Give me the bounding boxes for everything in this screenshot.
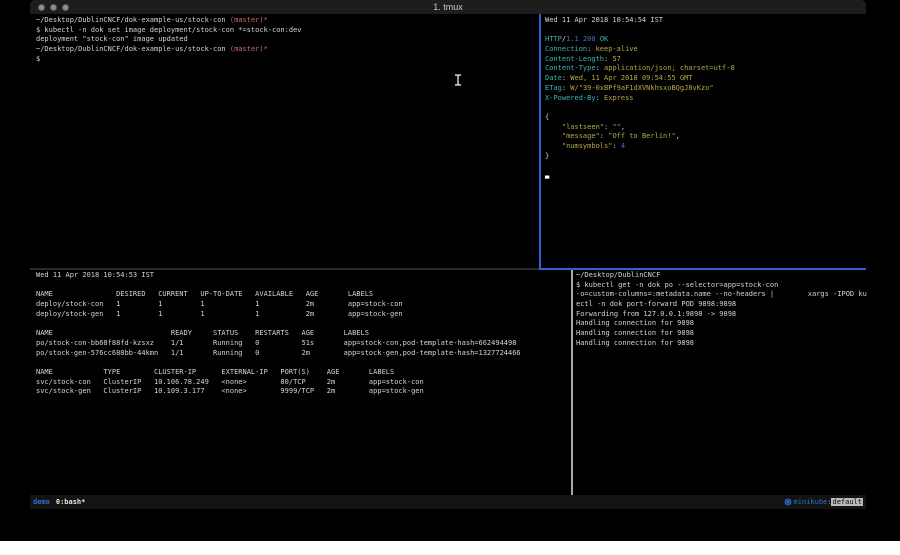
terminal-line: HTTP/1.1 200 OK xyxy=(545,35,868,45)
terminal-line: deploy/stock-gen 1 1 1 1 2m app=stock-ge… xyxy=(36,310,576,320)
terminal-line: "numsymbols": 4 xyxy=(545,142,868,152)
terminal-line: po/stock-con-bb68f88fd-kzsxz 1/1 Running… xyxy=(36,339,576,349)
terminal-line: Forwarding from 127.0.0.1:9898 -> 9898 xyxy=(576,310,867,320)
terminal-line: Handling connection for 9898 xyxy=(576,329,867,339)
terminal-line xyxy=(36,319,576,329)
traffic-lights xyxy=(38,0,69,14)
terminal-line: Connection: keep-alive xyxy=(545,45,868,55)
terminal-line: ~/Desktop/DublinCNCF/dok-example-us/stoc… xyxy=(36,45,545,55)
terminal-line: $ kubectl -n dok set image deployment/st… xyxy=(36,26,545,36)
kube-namespace: default xyxy=(831,498,863,506)
terminal-line: "lastseen": "", xyxy=(545,123,868,133)
tmux-panes-area: ~/Desktop/DublinCNCF/dok-example-us/stoc… xyxy=(30,14,866,495)
terminal-line: ectl -n dok port-forward POD 9898:9898 xyxy=(576,300,867,310)
terminal-line: Wed 11 Apr 2018 10:54:54 IST xyxy=(545,16,868,26)
terminal-line: Date: Wed, 11 Apr 2018 09:54:55 GMT xyxy=(545,74,868,84)
terminal-line: svc/stock-con ClusterIP 10.106.78.249 <n… xyxy=(36,378,576,388)
terminal-line: "message": "Off to Berlin!", xyxy=(545,132,868,142)
terminal-line: svc/stock-gen ClusterIP 10.109.3.177 <no… xyxy=(36,387,576,397)
terminal-line xyxy=(36,281,576,291)
terminal-line: NAME DESIRED CURRENT UP-TO-DATE AVAILABL… xyxy=(36,290,576,300)
terminal-line: NAME TYPE CLUSTER-IP EXTERNAL-IP PORT(S)… xyxy=(36,368,576,378)
close-button[interactable] xyxy=(38,4,45,11)
minimize-button[interactable] xyxy=(50,4,57,11)
kubernetes-helm-icon xyxy=(784,498,792,506)
terminal-line: ▃ xyxy=(545,171,868,181)
terminal-line: Handling connection for 9898 xyxy=(576,319,867,329)
terminal-line xyxy=(545,103,868,113)
terminal-line: Content-Length: 57 xyxy=(545,55,868,65)
pane-kubectl-get-output[interactable]: Wed 11 Apr 2018 10:54:53 IST NAME DESIRE… xyxy=(30,270,576,496)
pane-shell-kubectl-set-image[interactable]: ~/Desktop/DublinCNCF/dok-example-us/stoc… xyxy=(30,14,545,270)
terminal-line: -o=custom-columns=:metadata.name --no-he… xyxy=(576,290,867,300)
window-titlebar[interactable]: 1. tmux xyxy=(30,0,866,14)
screenshot-root: 1. tmux ~/Desktop/DublinCNCF/dok-example… xyxy=(0,0,900,555)
pane-port-forward[interactable]: ~/Desktop/DublinCNCF$ kubectl get -n dok… xyxy=(573,270,867,496)
terminal-line: $ xyxy=(36,55,545,65)
tmux-status-bar: demo 0:bash* minikube : default xyxy=(30,495,866,509)
terminal-line: ~/Desktop/DublinCNCF xyxy=(576,271,867,281)
terminal-line: NAME READY STATUS RESTARTS AGE LABELS xyxy=(36,329,576,339)
terminal-line: po/stock-gen-576cc688bb-44kmn 1/1 Runnin… xyxy=(36,349,576,359)
terminal-line: deployment "stock-con" image updated xyxy=(36,35,545,45)
terminal-line: $ kubectl get -n dok po --selector=app=s… xyxy=(576,281,867,291)
terminal-line xyxy=(545,26,868,36)
terminal-window: 1. tmux ~/Desktop/DublinCNCF/dok-example… xyxy=(30,0,866,509)
terminal-line: X-Powered-By: Express xyxy=(545,94,868,104)
terminal-line: Handling connection for 9898 xyxy=(576,339,867,349)
terminal-line: deploy/stock-con 1 1 1 1 2m app=stock-co… xyxy=(36,300,576,310)
terminal-line: Content-Type: application/json; charset=… xyxy=(545,64,868,74)
terminal-line: ~/Desktop/DublinCNCF/dok-example-us/stoc… xyxy=(36,16,545,26)
window-tab-bash[interactable]: 0:bash* xyxy=(56,498,86,506)
terminal-line: } xyxy=(545,152,868,162)
pane-http-response[interactable]: Wed 11 Apr 2018 10:54:54 IST HTTP/1.1 20… xyxy=(541,14,868,270)
page-bottom-margin xyxy=(0,541,900,555)
terminal-line xyxy=(36,358,576,368)
terminal-line: Wed 11 Apr 2018 10:54:53 IST xyxy=(36,271,576,281)
terminal-line xyxy=(545,161,868,171)
session-name: demo xyxy=(33,498,50,506)
window-title: 1. tmux xyxy=(30,0,866,14)
terminal-line: ETag: W/"39-0xBPf9aF1dXVNkhsxoBQgJ8vKzo" xyxy=(545,84,868,94)
terminal-line: { xyxy=(545,113,868,123)
mouse-ibeam-cursor xyxy=(454,74,462,86)
zoom-button[interactable] xyxy=(62,4,69,11)
kube-context: minikube xyxy=(794,498,828,506)
